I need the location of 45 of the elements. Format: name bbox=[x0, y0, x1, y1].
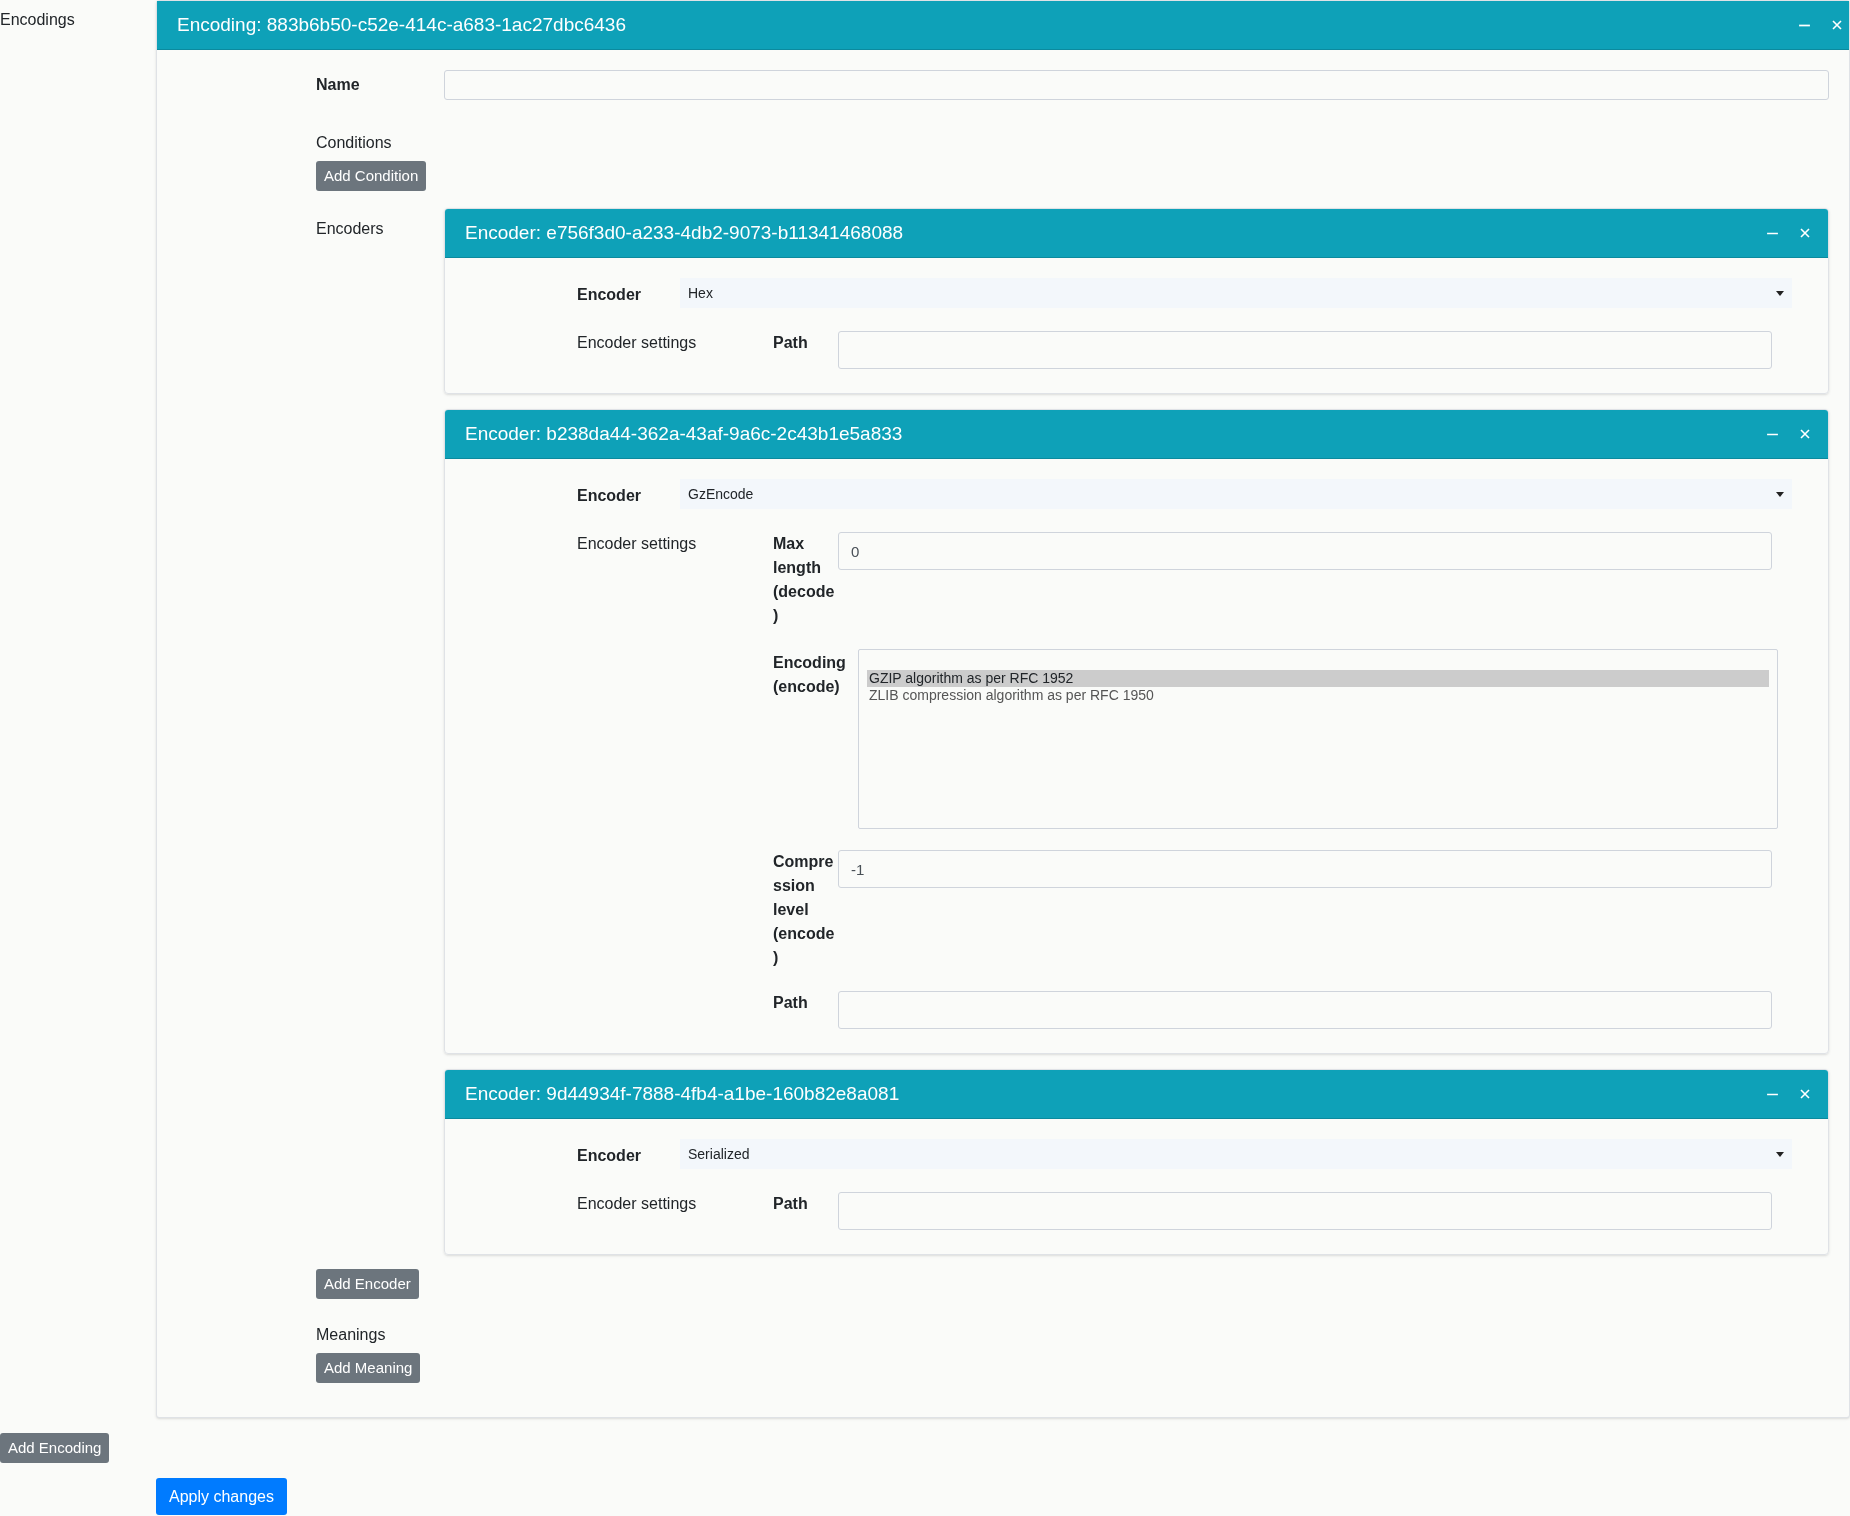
field-label: Path bbox=[773, 333, 809, 353]
field-label: Path bbox=[773, 993, 809, 1013]
card-title: Encoder: b238da44-362a-43af-9a6c-2c43b1e5a833 bbox=[465, 421, 903, 446]
text-field[interactable]: -1 bbox=[838, 850, 1772, 888]
close-icon[interactable] bbox=[1831, 19, 1843, 31]
section-title: Encodings bbox=[0, 10, 76, 30]
field-label: Path bbox=[773, 1194, 809, 1214]
close-icon[interactable] bbox=[1799, 1088, 1811, 1100]
text-field[interactable] bbox=[444, 70, 1829, 100]
field-label: Name bbox=[316, 75, 361, 95]
encoder-select[interactable]: Serialized bbox=[680, 1139, 1792, 1169]
card-title: Encoder: e756f3d0-a233-4db2-9073-b11341468088 bbox=[465, 220, 904, 245]
close-icon[interactable] bbox=[1799, 428, 1811, 440]
field-label: Encoding (encode) bbox=[773, 653, 847, 697]
add-condition-button[interactable]: Add Condition bbox=[316, 161, 427, 191]
list-box[interactable]: GZIP algorithm as per RFC 1952 ZLIB compression algorithm as per RFC 1950 bbox=[858, 649, 1778, 829]
encoder-select[interactable]: GzEncode bbox=[680, 479, 1792, 509]
field-label: Compression level (encode) bbox=[773, 852, 836, 968]
caret-icon bbox=[1776, 290, 1784, 296]
section-label: Encoders bbox=[316, 219, 385, 239]
add-encoder-button[interactable]: Add Encoder bbox=[316, 1269, 419, 1299]
list-option[interactable]: GZIP algorithm as per RFC 1952 bbox=[867, 670, 1769, 687]
close-icon[interactable] bbox=[1799, 227, 1811, 239]
encoder-select[interactable]: Hex bbox=[680, 278, 1792, 308]
text-field[interactable] bbox=[838, 1192, 1772, 1230]
section-label: Conditions bbox=[316, 133, 393, 153]
caret-icon bbox=[1776, 1151, 1784, 1157]
field-label: Encoder bbox=[577, 1146, 642, 1166]
add-encoding-button[interactable]: Add Encoding bbox=[0, 1433, 110, 1463]
list-option[interactable]: ZLIB compression algorithm as per RFC 1950 bbox=[867, 687, 1769, 704]
field-label: Encoder settings bbox=[577, 1194, 698, 1214]
section-label: Meanings bbox=[316, 1325, 387, 1345]
card-title: Encoding: 883b6b50-c52e-414c-a683-1ac27dbc6436 bbox=[177, 12, 626, 37]
caret-icon bbox=[1776, 491, 1784, 497]
field-label: Max length (decode) bbox=[773, 534, 836, 626]
field-label: Encoder bbox=[577, 285, 642, 305]
add-meaning-button[interactable]: Add Meaning bbox=[316, 1353, 421, 1383]
field-label: Encoder bbox=[577, 486, 642, 506]
text-field[interactable]: 0 bbox=[838, 532, 1772, 570]
text-field[interactable] bbox=[838, 331, 1772, 369]
card-title: Encoder: 9d44934f-7888-4fb4-a1be-160b82e8a081 bbox=[465, 1081, 900, 1106]
field-label: Encoder settings bbox=[577, 333, 698, 353]
field-label: Encoder settings bbox=[577, 534, 698, 554]
apply-changes-button[interactable]: Apply changes bbox=[156, 1478, 287, 1515]
text-field[interactable] bbox=[838, 991, 1772, 1029]
